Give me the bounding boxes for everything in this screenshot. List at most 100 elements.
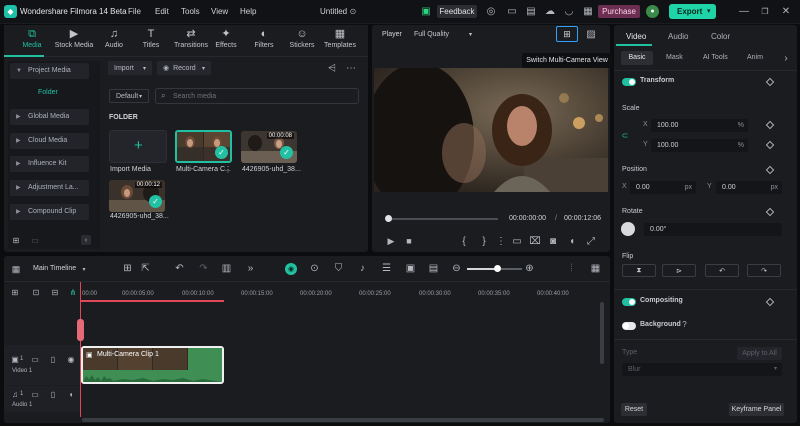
compositing-toggle[interactable] bbox=[622, 298, 636, 306]
more-icon[interactable]: ⋯ bbox=[345, 62, 357, 74]
sidebar-item-compound-clip[interactable]: ▶ Compound Clip bbox=[10, 204, 89, 220]
timeline-grid-icon[interactable]: ▦ bbox=[10, 263, 22, 275]
redo-icon[interactable]: ↷ bbox=[198, 263, 209, 274]
grid-icon[interactable]: ▦ bbox=[582, 5, 594, 17]
sidebar-item-influence-kit[interactable]: ▶ Influence Kit bbox=[10, 156, 89, 172]
lock-icon[interactable]: ▯ bbox=[48, 389, 58, 399]
sidebar-item-folder[interactable]: Folder bbox=[38, 89, 58, 96]
filter-icon[interactable]: ⩤ bbox=[326, 62, 338, 74]
multicam-view-button[interactable]: ⊞ bbox=[556, 26, 578, 42]
timer-icon[interactable]: ◎ bbox=[485, 5, 497, 17]
more-vertical-icon[interactable]: ⋮ bbox=[224, 164, 232, 174]
minimize-icon[interactable]: — bbox=[738, 5, 750, 17]
tab-video[interactable]: Video bbox=[626, 32, 646, 41]
shield-icon[interactable]: ⛉ bbox=[333, 263, 344, 274]
lock-icon[interactable]: ▯ bbox=[48, 354, 58, 364]
magnet-icon[interactable]: ⋔ bbox=[68, 287, 78, 297]
menu-view[interactable]: View bbox=[211, 7, 228, 16]
volume-icon[interactable]: ◖ bbox=[567, 236, 577, 247]
mark-in-icon[interactable]: { bbox=[460, 236, 468, 247]
tab-audio-props[interactable]: Audio bbox=[668, 32, 688, 41]
media-item-clip-1[interactable]: 00:00:08 ✓ bbox=[241, 131, 297, 163]
stop-icon[interactable]: ■ bbox=[404, 236, 414, 246]
background-toggle[interactable] bbox=[622, 322, 636, 330]
volume-icon[interactable]: ◖ bbox=[66, 389, 76, 399]
multi-select-icon[interactable]: ⊞ bbox=[122, 263, 133, 274]
reset-button[interactable]: Reset bbox=[621, 403, 647, 416]
tab-stock-media[interactable]: ▶ Stock Media bbox=[53, 27, 95, 53]
add-track-icon[interactable]: ⊞ bbox=[10, 287, 20, 297]
tab-stickers[interactable]: ☺ Stickers bbox=[282, 27, 322, 53]
folder-icon[interactable]: ▭ bbox=[30, 354, 40, 364]
sort-dropdown[interactable]: Default ▾ bbox=[109, 89, 149, 103]
more-vertical-icon[interactable]: ⋮ bbox=[496, 236, 506, 247]
undo-icon[interactable]: ↶ bbox=[174, 263, 185, 274]
delete-icon[interactable]: ▥ bbox=[221, 263, 232, 274]
sidebar-item-adjustment-layer[interactable]: ▶ Adjustment La... bbox=[10, 180, 89, 196]
flip-horizontal-button[interactable]: ⧗ bbox=[622, 264, 656, 277]
preview-video[interactable] bbox=[374, 68, 608, 192]
microphone-icon[interactable]: ♪ bbox=[357, 263, 368, 274]
chevron-right-icon[interactable]: › bbox=[782, 53, 790, 64]
grip-icon[interactable]: ⁞ bbox=[566, 263, 577, 274]
image-icon[interactable]: ▨ bbox=[585, 28, 597, 40]
picture-in-picture-icon[interactable]: ▣ bbox=[405, 263, 416, 274]
sidebar-item-global-media[interactable]: ▶ Global Media bbox=[10, 109, 89, 125]
feedback-button[interactable]: Feedback bbox=[437, 5, 477, 18]
zoom-in-icon[interactable]: ⊕ bbox=[524, 263, 535, 274]
apply-to-all-button[interactable]: Apply to All bbox=[737, 347, 782, 360]
caption-icon[interactable]: ▤ bbox=[428, 263, 439, 274]
chevron-down-icon[interactable]: ▾ bbox=[80, 264, 88, 274]
help-icon[interactable]: ? bbox=[680, 320, 689, 329]
zoom-slider-handle[interactable] bbox=[494, 265, 501, 272]
subtab-basic[interactable]: Basic bbox=[621, 51, 653, 65]
menu-tools[interactable]: Tools bbox=[181, 7, 200, 16]
record-dropdown[interactable]: ◉ Record ▾ bbox=[157, 61, 211, 75]
import-media-tile[interactable]: + bbox=[109, 130, 167, 163]
playhead-handle[interactable] bbox=[77, 319, 84, 341]
import-dropdown[interactable]: Import ▾ bbox=[108, 61, 152, 75]
tab-color[interactable]: Color bbox=[711, 32, 730, 41]
blur-dropdown[interactable]: Blur ▾ bbox=[622, 363, 782, 376]
tab-audio[interactable]: ♫ Audio bbox=[94, 27, 134, 53]
subtab-ai-tools[interactable]: AI Tools bbox=[703, 54, 728, 61]
timeline-horizontal-scrollbar[interactable] bbox=[82, 418, 604, 422]
tab-templates[interactable]: ▦ Templates bbox=[320, 27, 360, 53]
rotate-field[interactable]: 0.00° bbox=[644, 223, 782, 236]
more-tools-icon[interactable]: » bbox=[245, 263, 256, 274]
media-item-multicam[interactable]: ✓ bbox=[175, 130, 232, 163]
save-icon[interactable]: ▤ bbox=[525, 5, 537, 17]
menu-file[interactable]: File bbox=[128, 7, 141, 16]
render-icon[interactable]: ◉ bbox=[285, 263, 297, 275]
link-clips-icon[interactable]: ⊡ bbox=[30, 287, 42, 297]
eye-icon[interactable]: ◉ bbox=[66, 354, 76, 364]
collapse-sidebar-icon[interactable]: ‹ bbox=[81, 235, 91, 245]
timeline-clip[interactable]: Multi-Camera Clip 1 ▣ bbox=[81, 346, 224, 384]
quality-dropdown[interactable]: Full Quality ▾ bbox=[414, 31, 472, 38]
avatar[interactable]: ● bbox=[646, 5, 659, 18]
keyframe-panel-button[interactable]: Keyframe Panel bbox=[729, 403, 784, 416]
export-button[interactable]: Export ▾ bbox=[669, 4, 716, 19]
select-tool-icon[interactable]: ⇱ bbox=[140, 263, 151, 274]
link-icon[interactable]: ⊂ bbox=[621, 130, 629, 140]
tab-filters[interactable]: ◐ Filters bbox=[244, 27, 284, 53]
rotate-dial[interactable] bbox=[621, 222, 635, 236]
mark-out-icon[interactable]: } bbox=[480, 236, 488, 247]
layout-icon[interactable]: ▦ bbox=[590, 263, 601, 274]
folder-icon[interactable]: ▭ bbox=[30, 235, 40, 245]
purchase-button[interactable]: Purchase bbox=[598, 5, 640, 18]
timeline-vertical-scrollbar[interactable] bbox=[600, 302, 604, 364]
fullscreen-icon[interactable]: ⤢ bbox=[586, 236, 596, 247]
rotate-left-button[interactable]: ↶ bbox=[705, 264, 739, 277]
scale-x-field[interactable]: 100.00% bbox=[651, 119, 748, 132]
zoom-out-icon[interactable]: ⊖ bbox=[451, 263, 462, 274]
new-folder-icon[interactable]: ⊞ bbox=[11, 235, 21, 245]
tab-titles[interactable]: T Titles bbox=[131, 27, 171, 53]
crop-icon[interactable]: ⌧ bbox=[529, 236, 541, 247]
close-icon[interactable]: ✕ bbox=[780, 5, 792, 17]
rotate-right-button[interactable]: ↷ bbox=[747, 264, 781, 277]
scale-y-field[interactable]: 100.00% bbox=[651, 139, 748, 152]
media-item-clip-2[interactable]: 00:00:12 ✓ bbox=[109, 180, 165, 212]
position-x-field[interactable]: 0.00 px bbox=[630, 181, 696, 194]
sidebar-item-project-media[interactable]: ▼ Project Media bbox=[10, 63, 89, 79]
